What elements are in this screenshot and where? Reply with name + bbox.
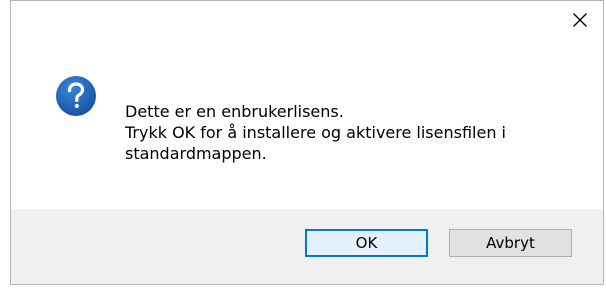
question-icon (56, 76, 96, 116)
message-dialog: Dette er en enbrukerlisens. Trykk OK for… (10, 0, 604, 285)
ok-button[interactable]: OK (305, 229, 428, 257)
dialog-message: Dette er en enbrukerlisens. Trykk OK for… (125, 101, 506, 164)
message-line: standardmappen. (125, 144, 267, 163)
dialog-footer: OK Avbryt (11, 209, 603, 284)
cancel-button[interactable]: Avbryt (449, 229, 572, 257)
close-button[interactable] (557, 1, 603, 39)
message-line: Dette er en enbrukerlisens. (125, 102, 344, 121)
message-line: Trykk OK for å installere og aktivere li… (125, 123, 506, 142)
close-icon (573, 13, 587, 27)
